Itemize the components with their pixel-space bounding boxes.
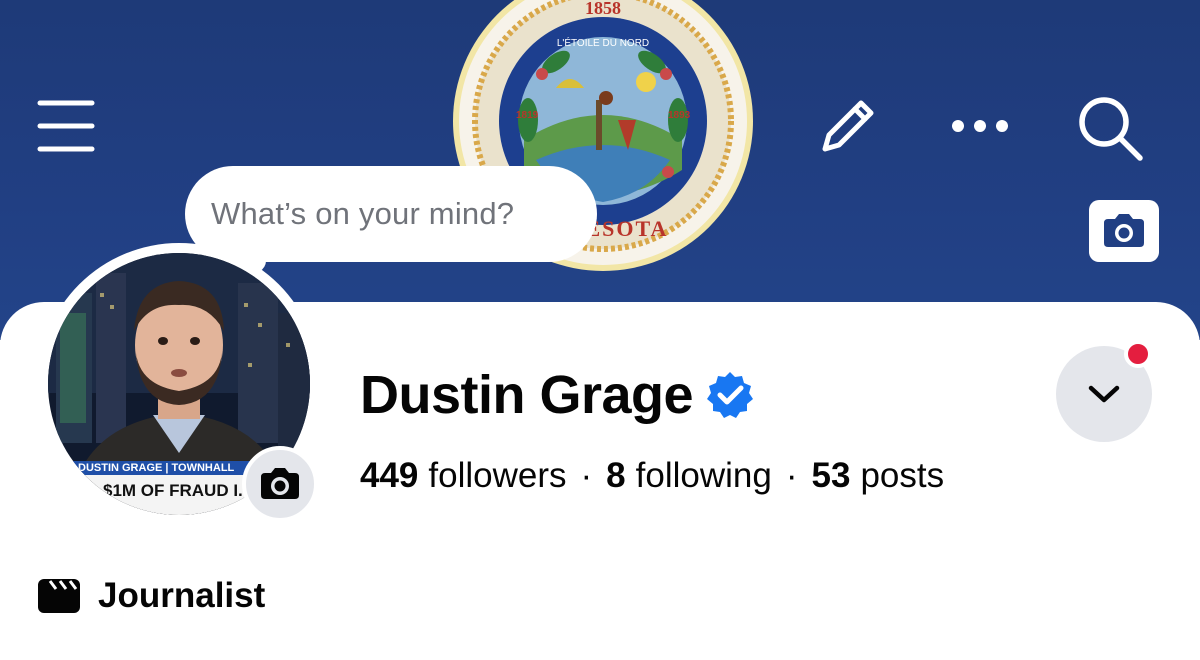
chevron-down-icon — [1088, 385, 1120, 403]
svg-text:1858: 1858 — [585, 0, 621, 18]
svg-text:L'ÉTOILE DU NORD: L'ÉTOILE DU NORD — [557, 36, 649, 49]
svg-text:1893: 1893 — [668, 110, 691, 121]
following-label: following — [635, 456, 772, 495]
composer-placeholder: What’s on your mind? — [211, 196, 515, 231]
posts-stat[interactable]: 53 posts — [812, 456, 945, 496]
pencil-icon — [822, 100, 874, 152]
more-options-button[interactable] — [940, 96, 1020, 156]
category-label: Journalist — [98, 576, 266, 615]
posts-label: posts — [860, 456, 945, 495]
edit-avatar-button[interactable] — [242, 446, 318, 522]
profile-category: Journalist — [36, 576, 265, 616]
hamburger-menu-icon — [37, 100, 95, 152]
notification-dot — [1124, 340, 1152, 368]
posts-count: 53 — [811, 456, 851, 495]
camera-icon — [261, 468, 299, 499]
followers-stat[interactable]: 449 followers — [360, 456, 567, 496]
search-button[interactable] — [1068, 88, 1152, 168]
followers-label: followers — [428, 456, 567, 495]
edit-cover-photo-button[interactable] — [1089, 200, 1159, 262]
following-stat[interactable]: 8 following — [606, 456, 772, 496]
profile-name: Dustin Grage — [360, 365, 694, 425]
camera-icon — [1104, 214, 1144, 247]
search-icon — [1079, 97, 1143, 161]
clapperboard-icon — [38, 579, 80, 613]
edit-profile-button[interactable] — [808, 88, 888, 164]
verified-badge-icon — [705, 370, 755, 420]
menu-button[interactable] — [28, 88, 104, 164]
stat-separator: · — [580, 456, 593, 495]
profile-stats: 449 followers · 8 following · 53 posts — [360, 456, 944, 496]
followers-count: 449 — [360, 456, 419, 495]
whats-on-your-mind-composer[interactable]: What’s on your mind? — [185, 166, 597, 262]
following-count: 8 — [606, 456, 626, 495]
more-dots-icon — [952, 120, 1008, 132]
svg-text:1819: 1819 — [516, 110, 539, 121]
stat-separator: · — [785, 456, 798, 495]
profile-name-row: Dustin Grage — [360, 360, 755, 430]
